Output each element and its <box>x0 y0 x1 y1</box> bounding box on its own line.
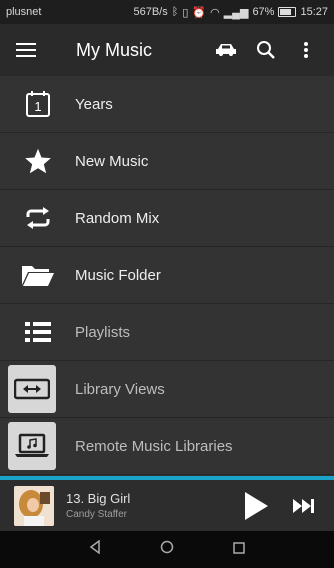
menu-icon[interactable] <box>8 42 44 58</box>
recents-icon[interactable] <box>232 541 245 559</box>
folder-icon <box>0 263 75 287</box>
music-menu-list: 1 Years New Music Random Mix Music Folde… <box>0 76 334 475</box>
track-title: 13. Big Girl <box>66 491 131 506</box>
status-indicators: 567B/s ᛒ ▯ ⏰ ◠ ▂▄▆ 67% 15:27 <box>133 6 328 19</box>
menu-item-label: Library Views <box>75 380 165 398</box>
menu-item-playlists[interactable]: Playlists <box>0 304 334 361</box>
menu-item-label: Playlists <box>75 323 131 341</box>
skip-next-icon[interactable] <box>280 498 328 514</box>
app-bar: My Music <box>0 24 334 76</box>
network-speed: 567B/s <box>133 6 168 18</box>
laptop-music-icon <box>7 422 56 470</box>
menu-item-music-folder[interactable]: Music Folder <box>0 247 334 304</box>
menu-item-new-music[interactable]: New Music <box>0 133 334 190</box>
menu-item-random-mix[interactable]: Random Mix <box>0 190 334 247</box>
album-art[interactable] <box>14 485 54 526</box>
play-icon[interactable] <box>232 491 280 521</box>
battery-percent: 67% <box>252 6 275 18</box>
menu-item-label: New Music <box>75 152 149 170</box>
home-icon[interactable] <box>160 540 174 559</box>
track-info: 13. Big Girl Candy Staffer <box>66 491 232 520</box>
bluetooth-icon: ᛒ <box>171 6 179 18</box>
now-playing-bar[interactable]: 13. Big Girl Candy Staffer <box>0 476 334 531</box>
car-icon[interactable] <box>206 43 246 57</box>
search-icon[interactable] <box>246 40 286 60</box>
calendar-day: 1 <box>34 99 41 114</box>
back-icon[interactable] <box>89 539 101 559</box>
clock: 15:27 <box>300 6 328 18</box>
menu-item-library-views[interactable]: Library Views <box>0 361 334 418</box>
carrier-name: plusnet <box>6 6 42 18</box>
menu-item-label: Remote Music Libraries <box>75 437 233 455</box>
status-bar: plusnet 567B/s ᛒ ▯ ⏰ ◠ ▂▄▆ 67% 15:27 <box>0 0 334 24</box>
repeat-icon <box>0 206 75 230</box>
vibrate-icon: ▯ <box>182 6 189 19</box>
track-artist: Candy Staffer <box>66 509 127 520</box>
menu-item-label: Music Folder <box>75 266 161 284</box>
menu-item-years[interactable]: 1 Years <box>0 76 334 133</box>
star-icon <box>0 147 75 175</box>
alarm-icon: ⏰ <box>192 6 207 19</box>
menu-item-label: Years <box>75 95 113 113</box>
wifi-icon: ◠ <box>210 6 220 19</box>
battery-icon <box>278 7 297 17</box>
signal-icon: ▂▄▆ <box>223 6 249 19</box>
calendar-icon: 1 <box>0 91 75 117</box>
page-title: My Music <box>76 39 152 60</box>
menu-item-remote-music-libraries[interactable]: Remote Music Libraries <box>0 418 334 475</box>
arrows-icon <box>7 365 56 413</box>
menu-item-label: Random Mix <box>75 209 160 227</box>
list-icon <box>0 321 75 343</box>
more-vert-icon[interactable] <box>286 41 326 59</box>
system-nav-bar <box>0 531 334 568</box>
